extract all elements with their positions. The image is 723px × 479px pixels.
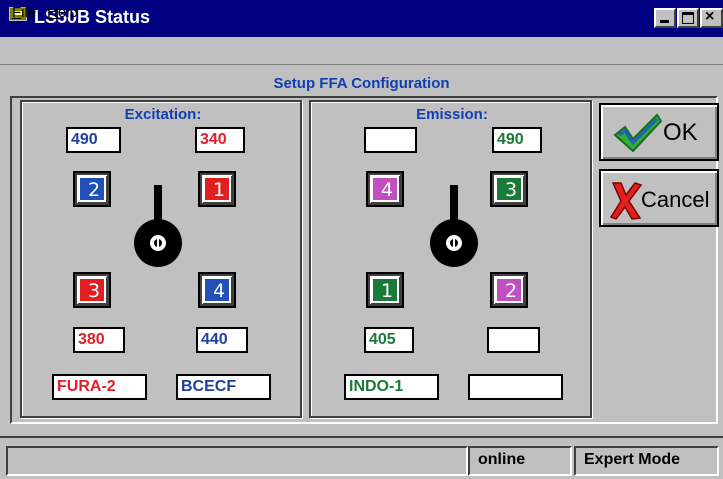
wheel-stem	[450, 185, 458, 229]
filter-number: 1	[380, 280, 394, 302]
menu-file-label: ile	[21, 4, 37, 21]
filter-number: 2	[504, 280, 518, 302]
excitation-wavelength-3[interactable]: 380	[73, 327, 125, 353]
close-icon: ×	[705, 8, 715, 25]
filter-number: 1	[212, 179, 226, 201]
filter-face: 2	[495, 277, 523, 303]
cancel-label: Cancel	[641, 187, 710, 212]
emission-wavelength-4[interactable]	[364, 127, 417, 153]
filter-number: 3	[504, 179, 518, 201]
menu-help[interactable]: Help	[47, 4, 78, 21]
emission-wavelength-1[interactable]: 405	[364, 327, 414, 353]
filter-face: 1	[371, 277, 399, 303]
excitation-filter-wheel-icon[interactable]	[134, 185, 182, 267]
excitation-filter-4-button[interactable]: 4	[198, 272, 236, 308]
filter-face: 1	[203, 176, 231, 202]
emission-filter-4-button[interactable]: 4	[366, 171, 404, 207]
emission-filter-3-button[interactable]: 3	[490, 171, 528, 207]
status-message	[6, 446, 468, 476]
excitation-dye-right[interactable]: BCECF	[176, 374, 271, 400]
emission-filter-wheel-icon[interactable]	[430, 185, 478, 267]
excitation-filter-1-button[interactable]: 1	[198, 171, 236, 207]
excitation-dye-left[interactable]: FURA-2	[52, 374, 147, 400]
filter-face: 3	[495, 176, 523, 202]
cross-icon	[609, 182, 643, 220]
filter-number: 2	[87, 179, 101, 201]
close-button[interactable]: ×	[700, 8, 723, 28]
minimize-button[interactable]	[654, 8, 676, 28]
menu-file-mnemonic: F	[12, 4, 22, 21]
menu-help-mnemonic: H	[47, 4, 58, 21]
excitation-label: Excitation:	[100, 106, 226, 123]
menu-file[interactable]: File	[12, 4, 36, 21]
ok-button[interactable]: OK	[599, 103, 719, 161]
filter-face: 3	[78, 277, 106, 303]
excitation-filter-3-button[interactable]: 3	[73, 272, 111, 308]
ok-label: OK	[663, 119, 698, 146]
emission-dye-left[interactable]: INDO-1	[344, 374, 439, 400]
filter-face: 4	[371, 176, 399, 202]
filter-face: 4	[203, 277, 231, 303]
cancel-button[interactable]: Cancel	[599, 169, 719, 227]
wheel-stem	[154, 185, 162, 229]
filter-number: 3	[87, 280, 101, 302]
excitation-wavelength-1[interactable]: 340	[195, 127, 245, 153]
maximize-button[interactable]	[677, 8, 699, 28]
check-icon	[613, 113, 663, 153]
menu-help-label: elp	[57, 4, 78, 21]
emission-filter-2-button[interactable]: 2	[490, 272, 528, 308]
excitation-wavelength-2[interactable]: 490	[66, 127, 121, 153]
status-mode: Expert Mode	[574, 446, 719, 476]
filter-number: 4	[380, 179, 394, 201]
emission-dye-right[interactable]	[468, 374, 563, 400]
excitation-filter-2-button[interactable]: 2	[73, 171, 111, 207]
status-connection: online	[468, 446, 572, 476]
filter-face: 2	[78, 176, 106, 202]
emission-wavelength-2[interactable]	[487, 327, 540, 353]
emission-filter-1-button[interactable]: 1	[366, 272, 404, 308]
filter-number: 4	[212, 280, 226, 302]
emission-label: Emission:	[396, 106, 508, 123]
wheel-hub	[150, 235, 166, 251]
emission-wavelength-3[interactable]: 490	[492, 127, 542, 153]
setup-title: Setup FFA Configuration	[273, 75, 450, 92]
menu-bar	[0, 37, 723, 65]
excitation-wavelength-4[interactable]: 440	[196, 327, 248, 353]
wheel-hub	[446, 235, 462, 251]
